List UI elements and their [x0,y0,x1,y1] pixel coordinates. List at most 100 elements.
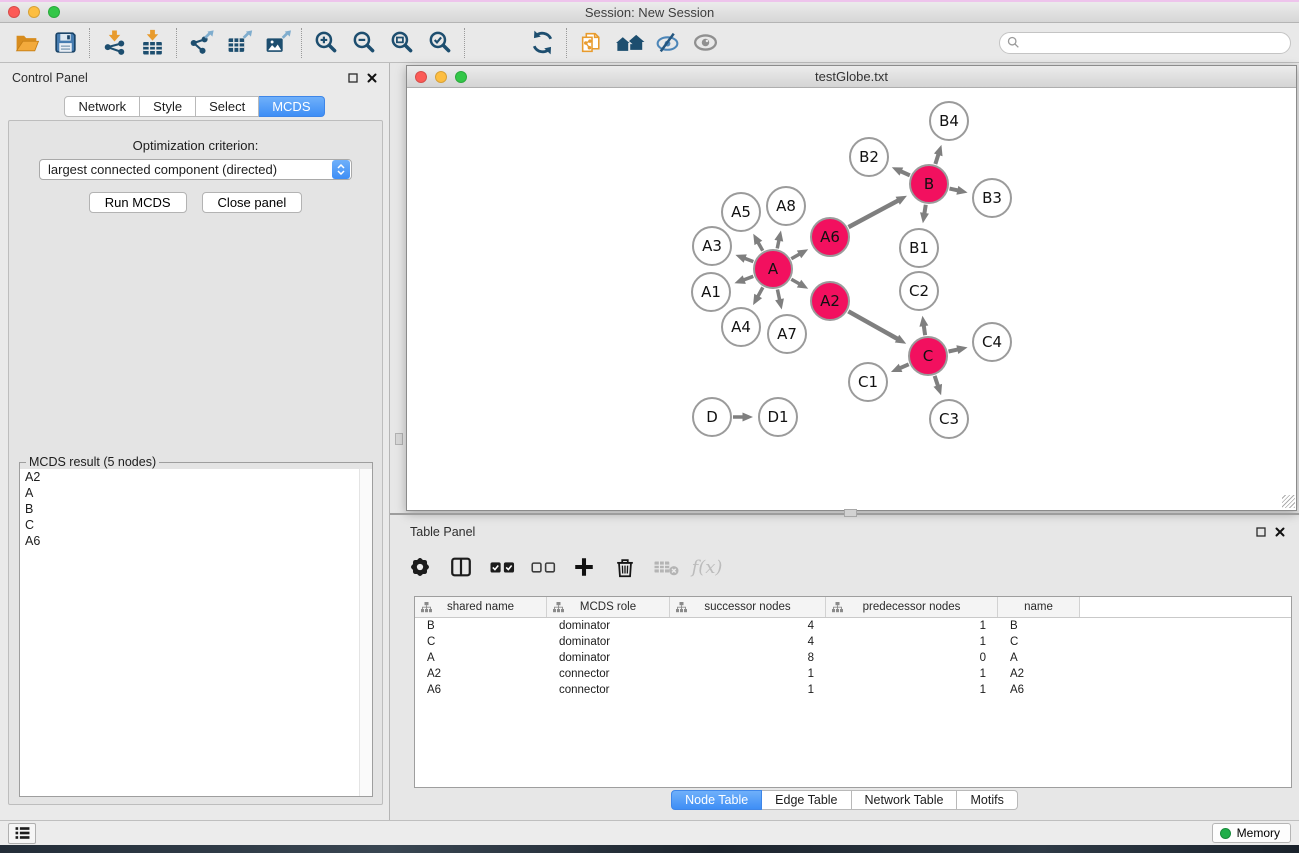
network-node-D1[interactable]: D1 [758,397,798,437]
network-node-A1[interactable]: A1 [691,272,731,312]
network-node-B1[interactable]: B1 [899,228,939,268]
network-node-C3[interactable]: C3 [929,399,969,439]
table-cell[interactable]: B [998,618,1080,634]
mcds-result-item[interactable]: C [20,517,372,533]
close-panel-icon[interactable] [367,73,377,83]
column-header-successor-nodes[interactable]: successor nodes [670,597,826,617]
zoom-fit-button[interactable] [383,27,421,59]
table-cell[interactable]: 8 [670,650,826,666]
zoom-selected-button[interactable] [421,27,459,59]
table-cell[interactable]: A6 [998,682,1080,698]
tab-network[interactable]: Network [64,96,140,117]
save-session-button[interactable] [46,27,84,59]
import-table-button[interactable] [133,27,171,59]
network-node-A[interactable]: A [753,249,793,289]
column-header-name[interactable]: name [998,597,1080,617]
network-node-C1[interactable]: C1 [848,362,888,402]
network-node-B[interactable]: B [909,164,949,204]
edge-A2-C[interactable] [848,311,898,339]
edge-A6-B[interactable] [849,200,900,227]
tab-node-table[interactable]: Node Table [671,790,762,810]
network-node-C4[interactable]: C4 [972,322,1012,362]
float-table-panel-icon[interactable] [1256,527,1266,537]
column-header-MCDS-role[interactable]: MCDS role [547,597,670,617]
home-button[interactable] [610,27,648,59]
table-cell[interactable]: C [415,634,547,650]
show-column-button[interactable] [445,551,477,583]
tab-edge-table[interactable]: Edge Table [762,790,851,810]
table-cell[interactable]: dominator [547,650,670,666]
tab-mcds[interactable]: MCDS [259,96,324,117]
export-image-button[interactable] [258,27,296,59]
table-cell[interactable]: 4 [670,634,826,650]
run-mcds-button[interactable]: Run MCDS [89,192,187,213]
table-row[interactable]: A2connector11A2 [415,666,1291,682]
network-node-A8[interactable]: A8 [766,186,806,226]
table-cell[interactable]: 1 [826,666,998,682]
network-node-A7[interactable]: A7 [767,314,807,354]
new-network-from-selection-button[interactable] [572,27,610,59]
add-row-button[interactable] [568,551,600,583]
mcds-result-item[interactable]: A [20,485,372,501]
table-cell[interactable]: C [998,634,1080,650]
network-canvas[interactable]: B4B2BB3A8A5A6A3B1AC2A1A2A4A7C4CC1C3DD1 [407,88,1296,509]
split-divider-handle[interactable] [395,433,403,445]
close-table-panel-icon[interactable] [1275,527,1285,537]
network-node-A4[interactable]: A4 [721,307,761,347]
table-cell[interactable]: 1 [670,666,826,682]
list-scrollbar[interactable] [359,469,372,796]
horizontal-splitter[interactable] [390,513,1299,515]
table-cell[interactable]: B [415,618,547,634]
open-session-button[interactable] [8,27,46,59]
table-cell[interactable]: connector [547,682,670,698]
refresh-layout-button[interactable] [523,27,561,59]
tab-motifs[interactable]: Motifs [957,790,1017,810]
mcds-result-item[interactable]: A6 [20,533,372,549]
table-cell[interactable]: A [415,650,547,666]
network-node-C2[interactable]: C2 [899,271,939,311]
task-history-button[interactable] [8,823,36,844]
table-row[interactable]: A6connector11A6 [415,682,1291,698]
memory-button[interactable]: Memory [1212,823,1291,843]
tab-style[interactable]: Style [140,96,196,117]
show-graphics-details-button[interactable] [686,27,724,59]
delete-row-button[interactable] [609,551,641,583]
table-cell[interactable]: 0 [826,650,998,666]
table-row[interactable]: Adominator80A [415,650,1291,666]
table-row[interactable]: Cdominator41C [415,634,1291,650]
network-node-C[interactable]: C [908,336,948,376]
table-cell[interactable]: 1 [826,682,998,698]
network-node-B3[interactable]: B3 [972,178,1012,218]
table-row[interactable]: Bdominator41B [415,618,1291,634]
network-node-B2[interactable]: B2 [849,137,889,177]
table-cell[interactable]: 1 [826,618,998,634]
search-input[interactable] [999,32,1291,54]
table-cell[interactable]: A6 [415,682,547,698]
table-cell[interactable]: dominator [547,618,670,634]
network-node-A6[interactable]: A6 [810,217,850,257]
close-panel-button[interactable]: Close panel [202,192,303,213]
column-header-shared-name[interactable]: shared name [415,597,547,617]
float-panel-icon[interactable] [348,73,358,83]
import-network-button[interactable] [95,27,133,59]
network-node-A3[interactable]: A3 [692,226,732,266]
table-cell[interactable]: A2 [998,666,1080,682]
network-node-D[interactable]: D [692,397,732,437]
table-cell[interactable]: connector [547,666,670,682]
table-cell[interactable]: dominator [547,634,670,650]
zoom-out-button[interactable] [345,27,383,59]
network-node-A5[interactable]: A5 [721,192,761,232]
criterion-dropdown[interactable]: largest connected component (directed) [39,159,352,180]
settings-gear-button[interactable] [404,551,436,583]
table-cell[interactable]: A2 [415,666,547,682]
table-cell[interactable]: A [998,650,1080,666]
mcds-result-item[interactable]: B [20,501,372,517]
column-header-predecessor-nodes[interactable]: predecessor nodes [826,597,998,617]
export-network-button[interactable] [182,27,220,59]
tab-network-table[interactable]: Network Table [852,790,958,810]
export-table-button[interactable] [220,27,258,59]
tab-select[interactable]: Select [196,96,259,117]
table-cell[interactable]: 1 [826,634,998,650]
select-all-button[interactable] [486,551,518,583]
table-cell[interactable]: 4 [670,618,826,634]
